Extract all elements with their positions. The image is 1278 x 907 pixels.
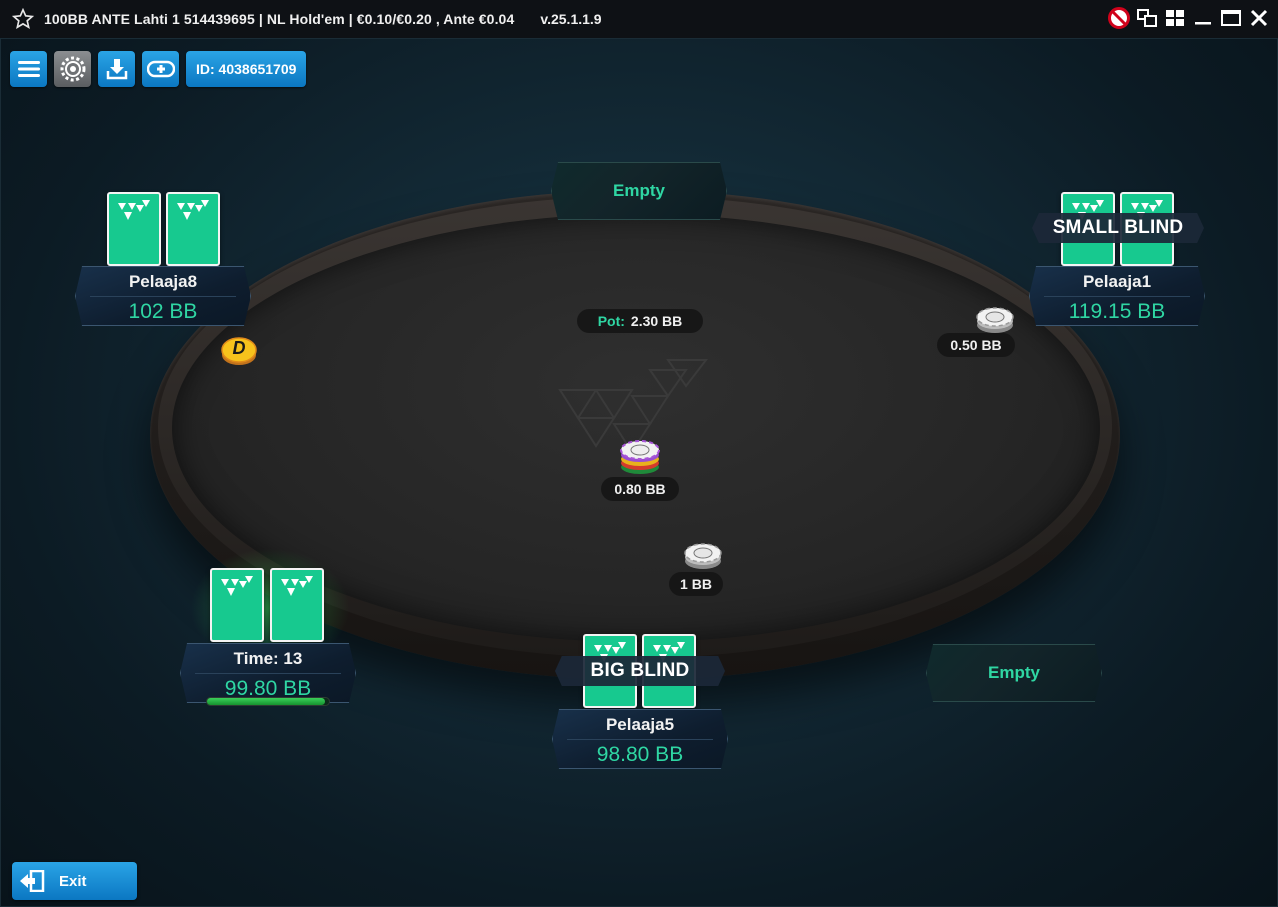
exit-label: Exit xyxy=(59,872,87,890)
empty-seat-label: Empty xyxy=(988,663,1040,682)
small-blind-label: SMALL BLIND xyxy=(1052,217,1184,238)
maximize-icon[interactable] xyxy=(1220,6,1242,30)
bet-amount-label: 0.80 BB xyxy=(614,481,666,497)
hole-card-back xyxy=(210,568,264,642)
add-chips-icon xyxy=(146,60,175,78)
exit-button[interactable]: Exit xyxy=(12,862,137,900)
big-blind-banner: BIG BLIND xyxy=(555,656,725,686)
download-icon xyxy=(106,59,127,80)
settings-icon xyxy=(60,56,85,82)
window-title: 100BB ANTE Lahti 1 514439695 | NL Hold'e… xyxy=(44,11,515,27)
dealer-button: D xyxy=(221,336,257,366)
pot-label: Pot: xyxy=(597,313,625,329)
player-stack: 102 BB xyxy=(128,300,198,323)
table-toolbar: ID: 4038651709 xyxy=(10,51,307,87)
hole-card-back xyxy=(107,192,161,266)
bet-amount-label: 0.50 BB xyxy=(950,337,1002,353)
close-icon[interactable] xyxy=(1248,6,1270,30)
player-id-label: ID: 4038651709 xyxy=(196,61,297,77)
chip-stack-icon xyxy=(619,436,661,481)
empty-seat-bottom-right[interactable]: Empty xyxy=(926,644,1102,702)
empty-seat-label: Empty xyxy=(613,181,665,200)
download-button[interactable] xyxy=(98,51,135,87)
chip-stack-icon xyxy=(684,540,722,575)
dealer-label: D xyxy=(232,338,246,358)
seat-divider xyxy=(1044,296,1190,297)
no-sound-icon[interactable] xyxy=(1108,6,1130,30)
bet-amount: 0.50 BB xyxy=(937,333,1015,357)
player-name: Pelaaja1 xyxy=(1082,272,1152,291)
big-blind-label: BIG BLIND xyxy=(590,660,690,681)
exit-icon xyxy=(20,870,45,892)
minimize-icon[interactable] xyxy=(1192,6,1214,30)
hole-card-back xyxy=(166,192,220,266)
menu-icon xyxy=(17,61,40,77)
window-controls xyxy=(1108,6,1270,30)
add-chips-button[interactable] xyxy=(142,51,179,87)
pot-display: Pot: 2.30 BB xyxy=(577,309,703,333)
windows-icon[interactable] xyxy=(1136,6,1158,30)
player-timer: Time: 13 xyxy=(233,649,303,668)
seat-divider xyxy=(195,673,341,674)
player-stack: 98.80 BB xyxy=(596,743,684,766)
favorite-star-icon[interactable] xyxy=(12,8,34,30)
pot-value: 2.30 BB xyxy=(630,313,683,329)
player-stack: 119.15 BB xyxy=(1068,300,1166,323)
turn-timer-fill xyxy=(207,698,326,705)
seat-divider xyxy=(567,739,713,740)
player-id-button[interactable]: ID: 4038651709 xyxy=(186,51,307,87)
bet-amount: 0.80 BB xyxy=(601,477,679,501)
bet-amount: 1 BB xyxy=(669,572,723,596)
title-bar: 100BB ANTE Lahti 1 514439695 | NL Hold'e… xyxy=(0,0,1278,38)
tile-icon[interactable] xyxy=(1164,6,1186,30)
menu-button[interactable] xyxy=(10,51,47,87)
bet-amount-label: 1 BB xyxy=(680,576,712,592)
empty-seat-top[interactable]: Empty xyxy=(551,162,727,220)
player-name: Pelaaja8 xyxy=(128,272,198,291)
hole-card-back xyxy=(270,568,324,642)
version-label: v.25.1.1.9 xyxy=(540,11,602,27)
settings-button[interactable] xyxy=(54,51,91,87)
seat-divider xyxy=(90,296,236,297)
turn-timer-bar xyxy=(206,697,330,706)
player-name: Pelaaja5 xyxy=(605,715,675,734)
small-blind-banner: SMALL BLIND xyxy=(1032,213,1204,243)
